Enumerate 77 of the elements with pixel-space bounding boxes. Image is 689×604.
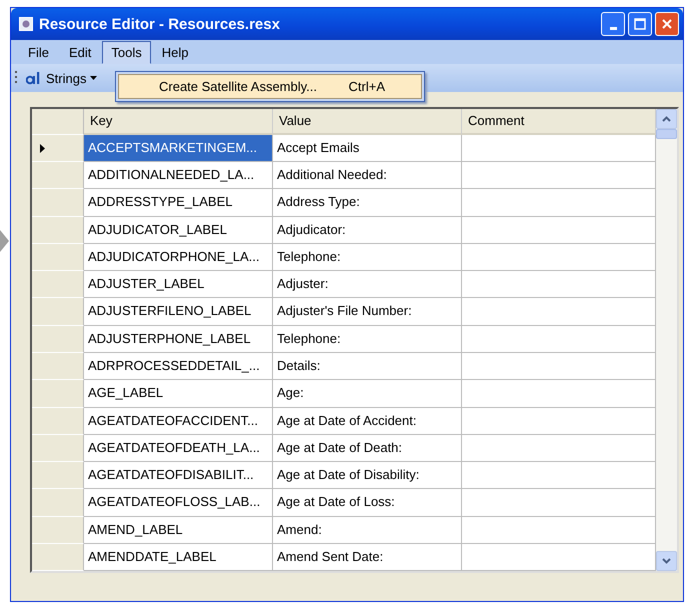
current-row-icon [40, 144, 45, 152]
window-title: Resource Editor - Resources.resx [39, 16, 281, 32]
table-cell: AMEND_LABEL [84, 516, 273, 544]
minimize-button[interactable] [601, 12, 625, 36]
table-cell: Age at Date of Disability: [273, 462, 462, 490]
menu-item[interactable]: Tools [102, 40, 151, 64]
row-header[interactable] [32, 326, 84, 353]
table-cell: ADRPROCESSEDDETAIL_... [84, 353, 273, 380]
close-button[interactable] [655, 12, 679, 36]
row-header[interactable] [32, 353, 84, 380]
menu-item[interactable]: Edit [60, 40, 100, 64]
table-cell: Age at Date of Loss: [273, 489, 462, 517]
menu-item[interactable]: File [19, 40, 58, 64]
table-cell: AMENDDATE_LABEL [84, 544, 273, 572]
table-cell: Amend: [273, 516, 462, 544]
table-cell: Adjudicator: [273, 216, 462, 244]
grip-icon [15, 70, 18, 86]
column-header[interactable]: Comment [462, 109, 656, 135]
up-chevron-icon [662, 116, 671, 122]
app-icon [19, 17, 33, 31]
corner-header [32, 109, 84, 135]
table-cell: Age at Date of Death: [273, 434, 462, 462]
maximize-icon [634, 18, 646, 30]
table-cell: Age: [273, 380, 462, 408]
table-cell: ADJUDICATOR_LABEL [84, 216, 273, 244]
row-header[interactable] [32, 189, 84, 217]
table-cell: Adjuster's File Number: [273, 298, 462, 326]
table-cell: Amend Sent Date: [273, 544, 462, 572]
column-header[interactable]: Value [273, 109, 462, 135]
table-cell: ADDITIONALNEEDED_LA... [84, 162, 273, 190]
column-header[interactable]: Key [84, 109, 273, 135]
table-cell: AGEATDATEOFDEATH_LA... [84, 434, 273, 462]
table-cell: AGEATDATEOFACCIDENT... [84, 408, 273, 435]
scroll-up-button[interactable] [656, 109, 677, 129]
table-cell: Adjuster: [273, 271, 462, 298]
row-header[interactable] [32, 516, 84, 544]
down-chevron-icon [662, 558, 671, 564]
arrow-icon [0, 230, 9, 252]
maximize-button[interactable] [628, 12, 652, 36]
table-cell: Telephone: [273, 326, 462, 353]
row-header[interactable] [32, 271, 84, 298]
minimize-icon [610, 26, 616, 30]
table-cell: ADDRESSTYPE_LABEL [84, 189, 273, 217]
strings-button[interactable]: Strings [22, 68, 102, 88]
row-header[interactable] [32, 544, 84, 572]
table-cell: Accept Emails [273, 134, 462, 162]
text-icon [26, 71, 42, 85]
row-header[interactable] [32, 244, 84, 272]
row-header[interactable] [32, 162, 84, 190]
table-cell: ADJUDICATORPHONE_LA... [84, 244, 273, 272]
table-cell: AGE_LABEL [84, 380, 273, 408]
scrollbar[interactable] [656, 109, 677, 571]
table-cell: Additional Needed: [273, 162, 462, 190]
close-icon [661, 18, 673, 30]
row-header[interactable] [32, 462, 84, 490]
table-cell: AGEATDATEOFDISABILIT... [84, 462, 273, 490]
menu-option[interactable]: Create Satellite Assembly... Ctrl+A [118, 74, 422, 99]
row-header[interactable] [32, 380, 84, 408]
table-cell: Address Type: [273, 189, 462, 217]
table-cell: ADJUSTER_LABEL [84, 271, 273, 298]
scroll-down-button[interactable] [656, 551, 677, 571]
table-cell: ACCEPTSMARKETINGEM... [84, 134, 273, 162]
row-header[interactable] [32, 298, 84, 326]
table-cell: Details: [273, 353, 462, 380]
row-header[interactable] [32, 408, 84, 435]
row-header[interactable] [32, 216, 84, 244]
menu-item[interactable]: Help [152, 40, 198, 64]
scroll-thumb[interactable] [656, 129, 677, 139]
table-cell: ADJUSTERPHONE_LABEL [84, 326, 273, 353]
table-cell: AGEATDATEOFLOSS_LAB... [84, 489, 273, 517]
table-cell: Telephone: [273, 244, 462, 272]
row-header[interactable] [32, 134, 84, 162]
row-header[interactable] [32, 434, 84, 462]
table-cell: Age at Date of Accident: [273, 408, 462, 435]
caret-icon [90, 76, 98, 80]
table-cell: ADJUSTERFILENO_LABEL [84, 298, 273, 326]
row-header[interactable] [32, 489, 84, 517]
